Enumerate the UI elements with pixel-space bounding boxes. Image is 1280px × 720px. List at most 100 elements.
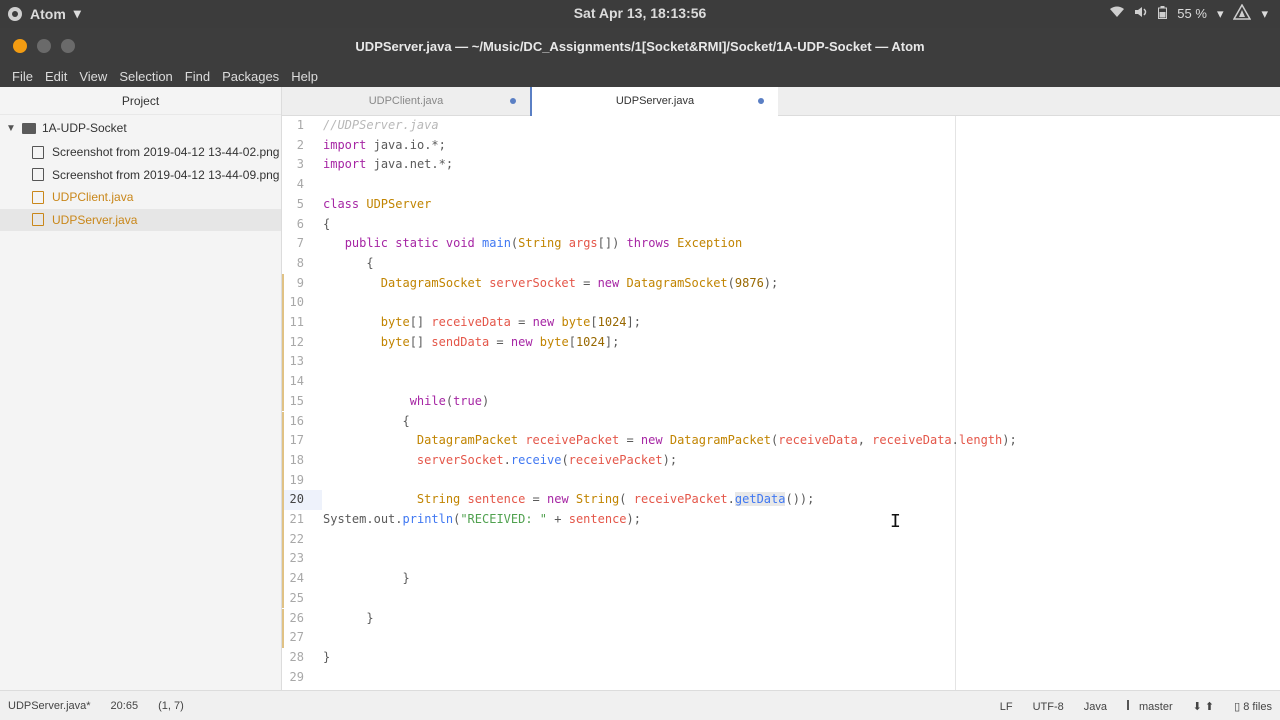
line-number[interactable]: 26 — [282, 609, 304, 629]
code-line[interactable]: serverSocket.receive(receivePacket); — [323, 451, 677, 471]
code-line[interactable]: } — [323, 569, 409, 589]
tree-file-udpserver[interactable]: UDPServer.java — [0, 208, 281, 231]
line-number[interactable]: 5 — [282, 195, 304, 215]
line-number[interactable]: 6 — [282, 215, 304, 235]
line-number[interactable]: 3 — [282, 155, 304, 175]
line-number[interactable]: 20 — [282, 490, 304, 510]
status-file-name[interactable]: UDPServer.java* — [8, 700, 91, 712]
text-cursor-icon: I — [890, 511, 901, 532]
battery-level: 55 % — [1177, 6, 1207, 21]
line-number[interactable]: 21 — [282, 510, 304, 530]
tab-udpserver[interactable]: UDPServer.java — [530, 87, 778, 117]
line-number[interactable]: 13 — [282, 352, 304, 372]
tab-udpclient[interactable]: UDPClient.java — [282, 87, 530, 116]
app-name: Atom — [30, 5, 66, 22]
menu-view[interactable]: View — [73, 69, 113, 84]
code-line[interactable]: byte[] sendData = new byte[1024]; — [323, 333, 620, 353]
wifi-icon[interactable] — [1110, 6, 1125, 21]
code-line[interactable]: { — [323, 215, 330, 235]
volume-icon[interactable] — [1134, 6, 1148, 21]
line-number[interactable]: 22 — [282, 530, 304, 550]
code-line[interactable]: public static void main(String args[]) t… — [323, 234, 743, 254]
user-icon[interactable] — [1233, 3, 1252, 23]
line-number[interactable]: 24 — [282, 569, 304, 589]
modified-dot-icon[interactable] — [758, 98, 764, 104]
project-panel-header[interactable]: Project — [0, 87, 281, 115]
line-number[interactable]: 27 — [282, 628, 304, 648]
code-line[interactable]: import java.io.*; — [323, 136, 446, 156]
status-encoding[interactable]: UTF-8 — [1033, 701, 1064, 713]
tree-file-label: Screenshot from 2019-04-12 13-44-02.png — [52, 145, 280, 160]
menu-packages[interactable]: Packages — [216, 69, 285, 84]
line-number[interactable]: 19 — [282, 471, 304, 491]
code-line[interactable]: DatagramSocket serverSocket = new Datagr… — [323, 274, 778, 294]
code-line[interactable]: byte[] receiveData = new byte[1024]; — [323, 313, 641, 333]
tree-root-label: 1A-UDP-Socket — [42, 121, 127, 135]
image-file-icon — [32, 145, 44, 159]
line-number[interactable]: 18 — [282, 451, 304, 471]
code-line[interactable]: } — [323, 609, 373, 629]
tree-root-folder[interactable]: ▼ 1A-UDP-Socket — [0, 115, 281, 141]
status-branch-label: master — [1139, 701, 1173, 713]
status-line-ending[interactable]: LF — [1000, 701, 1013, 713]
line-number[interactable]: 7 — [282, 234, 304, 254]
chevron-down-icon[interactable]: ▼ — [6, 123, 16, 134]
chevron-down-icon[interactable]: ▾ — [1261, 6, 1268, 22]
line-number[interactable]: 2 — [282, 136, 304, 156]
fetch-arrows-icon[interactable]: ⬇ ⬆ — [1193, 700, 1215, 713]
status-branch[interactable]: master — [1127, 700, 1173, 713]
line-number[interactable]: 29 — [282, 668, 304, 688]
modified-dot-icon[interactable] — [510, 98, 516, 104]
code-line[interactable]: { — [323, 412, 409, 432]
line-number[interactable]: 12 — [282, 333, 304, 353]
line-number[interactable]: 16 — [282, 412, 304, 432]
chevron-down-icon[interactable]: ▾ — [1217, 6, 1224, 22]
code-line[interactable]: DatagramPacket receivePacket = new Datag… — [323, 431, 1017, 451]
tree-file-label: UDPClient.java — [52, 190, 134, 205]
menu-help[interactable]: Help — [285, 69, 324, 84]
line-number[interactable]: 14 — [282, 372, 304, 392]
code-line[interactable]: } — [323, 648, 330, 668]
menu-selection[interactable]: Selection — [113, 69, 178, 84]
line-number[interactable]: 4 — [282, 175, 304, 195]
line-number[interactable]: 9 — [282, 274, 304, 294]
code-line[interactable]: String sentence = new String( receivePac… — [323, 490, 814, 510]
code-line[interactable]: import java.net.*; — [323, 155, 453, 175]
line-number[interactable]: 15 — [282, 392, 304, 412]
line-number[interactable]: 11 — [282, 313, 304, 333]
code-editor[interactable]: 1 2 3 4 5 6 7 8 9 10 11 12 13 14 15 16 17 18 19 20 21 22 23 24 2… — [282, 116, 1280, 690]
tree-file-screenshot-2[interactable]: Screenshot from 2019-04-12 13-44-09.png — [0, 164, 281, 187]
status-selection-count[interactable]: (1, 7) — [158, 700, 184, 712]
line-number[interactable]: 8 — [282, 254, 304, 274]
menu-file[interactable]: File — [6, 69, 39, 84]
code-line[interactable]: System.out.println("RECEIVED: " + senten… — [323, 510, 641, 530]
line-number[interactable]: 17 — [282, 431, 304, 451]
code-line[interactable]: //UDPServer.java — [323, 116, 439, 136]
code-file-icon — [32, 190, 44, 204]
status-files-count[interactable]: ▯ 8 files — [1234, 700, 1272, 713]
line-number[interactable]: 25 — [282, 589, 304, 609]
tab-label: UDPClient.java — [368, 95, 444, 107]
tree-file-label: UDPServer.java — [52, 212, 138, 227]
system-tray[interactable]: 55 % ▾ ▾ — [1110, 3, 1280, 23]
status-cursor-position[interactable]: 20:65 — [111, 700, 139, 712]
line-number[interactable]: 28 — [282, 648, 304, 668]
code-line[interactable]: while(true) — [323, 392, 490, 412]
line-number[interactable]: 1 — [282, 116, 304, 136]
folder-icon — [22, 122, 36, 134]
tree-file-udpclient[interactable]: UDPClient.java — [0, 186, 281, 209]
code-line[interactable]: { — [323, 254, 373, 274]
battery-icon[interactable] — [1158, 5, 1168, 22]
line-number[interactable]: 10 — [282, 293, 304, 313]
line-number-gutter[interactable]: 1 2 3 4 5 6 7 8 9 10 11 12 13 14 15 16 17 18 19 20 21 22 23 24 2… — [282, 116, 322, 690]
clock[interactable]: Sat Apr 13, 18:13:56 — [0, 5, 1280, 21]
status-grammar[interactable]: Java — [1084, 701, 1107, 713]
code-line[interactable]: class UDPServer — [323, 195, 431, 215]
app-menu[interactable]: Atom ▾ — [8, 5, 81, 22]
tree-file-screenshot-1[interactable]: Screenshot from 2019-04-12 13-44-02.png — [0, 141, 281, 164]
menu-edit[interactable]: Edit — [39, 69, 73, 84]
image-file-icon — [32, 168, 44, 182]
menu-find[interactable]: Find — [179, 69, 216, 84]
line-number[interactable]: 23 — [282, 549, 304, 569]
code-file-icon — [32, 213, 44, 227]
